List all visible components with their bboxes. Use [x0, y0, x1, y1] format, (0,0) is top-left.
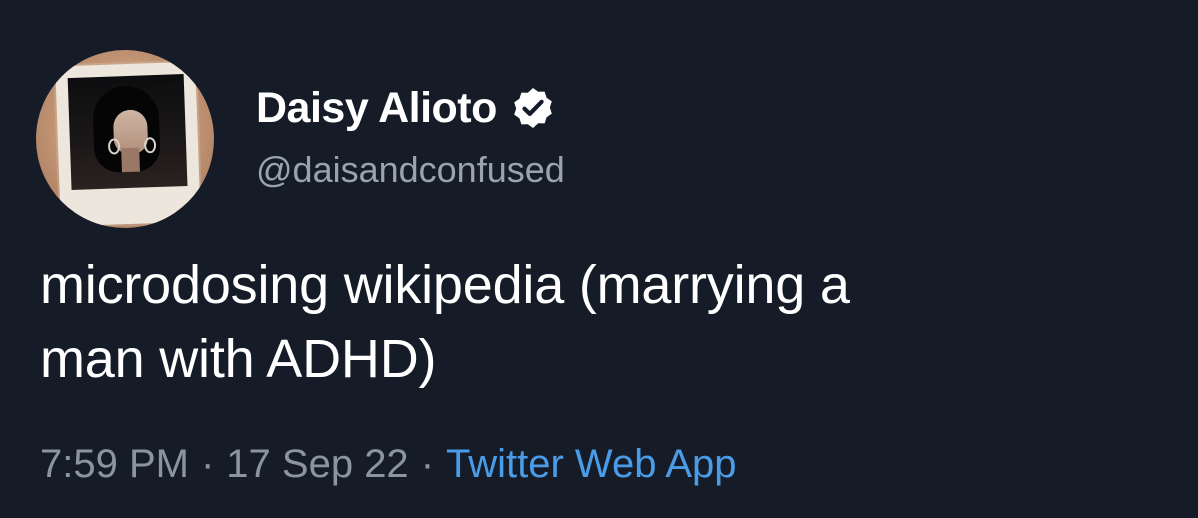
tweet-source-link[interactable]: Twitter Web App [446, 442, 737, 486]
avatar[interactable] [36, 50, 214, 228]
tweet-card: Daisy Alioto @daisandconfused microdosin… [0, 0, 1198, 518]
author-display-name[interactable]: Daisy Alioto [256, 86, 497, 130]
metadata-separator: · [200, 442, 215, 486]
tweet-time[interactable]: 7:59 PM [40, 442, 189, 486]
verified-badge-icon [511, 86, 555, 130]
metadata-separator: · [420, 442, 435, 486]
tweet-text-line-1: microdosing wikipedia (marrying a [40, 255, 850, 315]
author-handle[interactable]: @daisandconfused [256, 152, 565, 188]
tweet-text-line-2: man with ADHD) [40, 329, 437, 389]
tweet-date[interactable]: 17 Sep 22 [226, 442, 408, 486]
avatar-polaroid-frame [55, 61, 201, 227]
tweet-metadata: 7:59 PM · 17 Sep 22 · Twitter Web App [40, 444, 737, 484]
avatar-neck [121, 147, 140, 173]
author-name-row: Daisy Alioto [256, 86, 555, 130]
tweet-text: microdosing wikipedia (marrying a man wi… [40, 248, 1160, 396]
avatar-photo [67, 74, 188, 190]
